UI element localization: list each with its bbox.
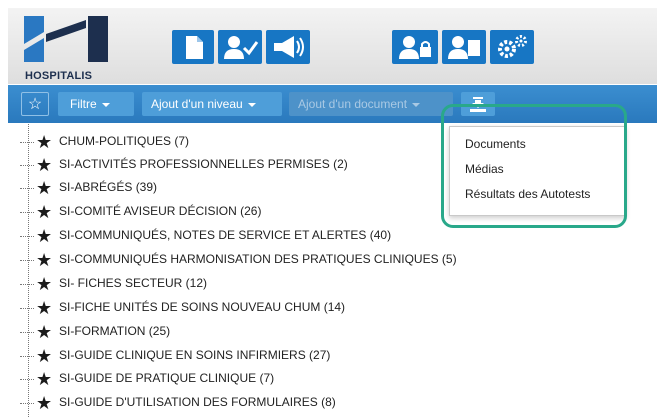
star-icon[interactable]: ★ <box>36 133 52 151</box>
star-icon[interactable]: ★ <box>36 347 52 365</box>
logo-text: HOSPITALIS <box>25 70 93 82</box>
tree-item-label[interactable]: CHUM-POLITIQUES (7) <box>59 134 189 148</box>
tree-connector-line <box>20 142 34 143</box>
document-icon[interactable] <box>172 30 214 64</box>
tree-item-label[interactable]: SI-COMMUNIQUÉS, NOTES DE SERVICE ET ALER… <box>59 228 391 242</box>
megaphone-icon[interactable] <box>266 30 310 64</box>
star-icon: ☆ <box>27 96 43 113</box>
app-window: HOSPITALIS ☆ Filtre Ajout d'un niveau Aj… <box>0 0 657 417</box>
tree-connector-line <box>20 403 34 404</box>
star-icon[interactable]: ★ <box>36 370 52 388</box>
star-icon[interactable]: ★ <box>36 203 52 221</box>
star-icon[interactable]: ★ <box>36 251 52 269</box>
tree-item[interactable]: ★ SI-FICHE UNITÉS DE SOINS NOUVEAU CHUM (… <box>8 296 648 320</box>
add-document-dropdown-button[interactable]: Ajout d'un document <box>289 92 453 116</box>
caret-down-icon <box>247 102 256 107</box>
tree-connector-line <box>20 165 34 166</box>
tree-item-label[interactable]: SI-COMITÉ AVISEUR DÉCISION (26) <box>59 204 261 218</box>
logo-mark-icon <box>24 16 108 62</box>
tree-item-label[interactable]: SI-GUIDE D'UTILISATION DES FORMULAIRES (… <box>59 395 336 409</box>
tree-connector-line <box>20 188 34 189</box>
filter-label: Filtre <box>70 97 97 111</box>
action-toolbar: ☆ Filtre Ajout d'un niveau Ajout d'un do… <box>8 85 657 123</box>
tree-item[interactable]: ★ SI-COMMUNIQUÉS, NOTES DE SERVICE ET ALE… <box>8 224 648 248</box>
tree-item[interactable]: ★ SI-FORMATION (25) <box>8 320 648 344</box>
export-dropdown-menu: Documents Médias Résultats des Autotests <box>449 126 626 216</box>
tree-item-label[interactable]: SI-FORMATION (25) <box>59 324 170 338</box>
menu-item-medias[interactable]: Médias <box>465 162 504 176</box>
tree-item-label[interactable]: SI-GUIDE DE PRATIQUE CLINIQUE (7) <box>59 371 274 385</box>
tree-item-label[interactable]: SI- FICHES SECTEUR (12) <box>59 276 207 290</box>
app-header: HOSPITALIS <box>8 8 657 84</box>
tree-connector-line <box>20 212 34 213</box>
caret-down-icon <box>412 102 421 107</box>
tree-item-label[interactable]: SI-FICHE UNITÉS DE SOINS NOUVEAU CHUM (1… <box>59 300 345 314</box>
menu-item-documents[interactable]: Documents <box>465 137 526 151</box>
tree-connector-line <box>20 236 34 237</box>
tree-connector-line <box>20 308 34 309</box>
tree-connector-line <box>20 356 34 357</box>
user-check-icon[interactable] <box>218 30 262 64</box>
tree-item-label[interactable]: SI-ABRÉGÉS (39) <box>59 180 157 194</box>
add-level-dropdown-button[interactable]: Ajout d'un niveau <box>142 92 282 116</box>
star-icon[interactable]: ★ <box>36 179 52 197</box>
user-lock-icon[interactable] <box>392 30 438 64</box>
download-icon <box>470 97 486 112</box>
star-icon[interactable]: ★ <box>36 227 52 245</box>
star-icon[interactable]: ★ <box>36 394 52 412</box>
tree-item[interactable]: ★ SI-COMMUNIQUÉS HARMONISATION DES PRATIQ… <box>8 248 648 272</box>
caret-down-icon <box>101 102 110 107</box>
tree-connector-line <box>20 260 34 261</box>
tree-item-label[interactable]: SI-COMMUNIQUÉS HARMONISATION DES PRATIQU… <box>59 252 457 266</box>
star-icon[interactable]: ★ <box>36 275 52 293</box>
export-dropdown-button[interactable] <box>461 92 495 116</box>
star-icon[interactable]: ★ <box>36 299 52 317</box>
star-icon[interactable]: ★ <box>36 323 52 341</box>
favorites-star-button[interactable]: ☆ <box>21 92 49 116</box>
settings-gears-icon[interactable] <box>490 30 534 64</box>
add-level-label: Ajout d'un niveau <box>151 97 243 111</box>
tree-item[interactable]: ★ SI- FICHES SECTEUR (12) <box>8 272 648 296</box>
tree-item[interactable]: ★ SI-GUIDE DE PRATIQUE CLINIQUE (7) <box>8 367 648 391</box>
tree-item[interactable]: ★ SI-GUIDE D'UTILISATION DES FORMULAIRES … <box>8 391 648 415</box>
tree-connector-line <box>20 379 34 380</box>
menu-item-autotest-results[interactable]: Résultats des Autotests <box>465 187 590 201</box>
tree-connector-line <box>20 284 34 285</box>
tree-item-label[interactable]: SI-ACTIVITÉS PROFESSIONNELLES PERMISES (… <box>59 157 348 171</box>
hospitalis-logo[interactable]: HOSPITALIS <box>16 14 116 82</box>
tree-connector-line <box>20 332 34 333</box>
star-icon[interactable]: ★ <box>36 156 52 174</box>
user-card-icon[interactable] <box>442 30 486 64</box>
tree-item[interactable]: ★ SI-GUIDE CLINIQUE EN SOINS INFIRMIERS (… <box>8 344 648 368</box>
filter-dropdown-button[interactable]: Filtre <box>58 92 134 116</box>
tree-item-label[interactable]: SI-GUIDE CLINIQUE EN SOINS INFIRMIERS (2… <box>59 348 330 362</box>
add-document-label: Ajout d'un document <box>298 97 408 111</box>
